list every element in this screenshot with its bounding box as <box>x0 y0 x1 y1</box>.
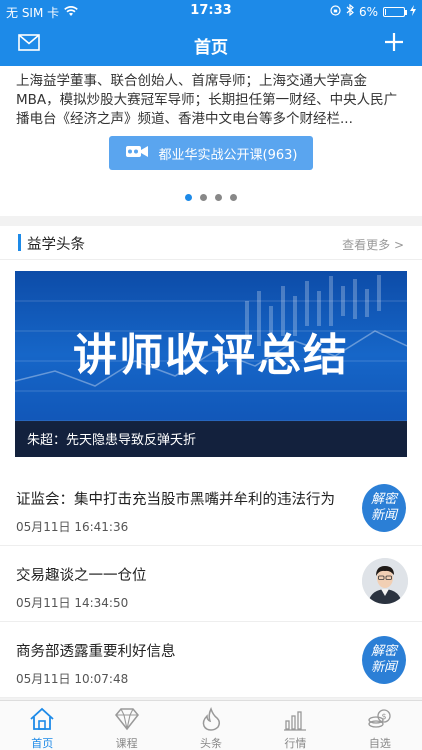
carousel-dots[interactable] <box>0 194 422 201</box>
news-headline: 证监会：集中打击充当股市黑嘴并牟利的违法行为 <box>16 492 335 508</box>
tab-label: 行情 <box>284 737 307 750</box>
badge-line1: 解密 <box>370 644 397 659</box>
teacher-bio: 上海益学董事、联合创始人、首席导师；上海交通大学高金MBA，模拟炒股大赛冠军导师… <box>16 73 398 127</box>
tab-bar: 首页 课程 头条 行情 $ 自选 <box>0 700 422 750</box>
battery-percent: 6% <box>358 4 378 19</box>
tab-headlines[interactable]: 头条 <box>169 701 253 750</box>
battery-fill <box>385 8 386 15</box>
flame-icon <box>200 707 222 735</box>
decrypt-news-badge: 解密 新闻 <box>362 484 406 532</box>
news-time: 05月11日 10:07:48 <box>16 672 129 686</box>
video-camera-icon <box>125 143 149 163</box>
status-right: 6% <box>330 3 416 19</box>
status-bar: 无 SIM 卡 17:33 6% <box>0 0 422 22</box>
badge-line2: 新闻 <box>370 508 397 523</box>
open-course-button[interactable]: 都业华实战公开课(963) <box>109 136 313 170</box>
home-icon <box>29 707 55 735</box>
page-title: 首页 <box>194 38 228 58</box>
news-headline: 交易趣谈之一一仓位 <box>16 568 147 584</box>
add-icon[interactable] <box>384 32 404 56</box>
nav-bar: 首页 <box>0 22 422 66</box>
author-avatar <box>362 558 408 604</box>
orientation-lock-icon <box>330 4 341 19</box>
carousel-dot[interactable] <box>200 194 207 201</box>
section-accent-bar <box>18 234 21 251</box>
tab-label: 首页 <box>31 737 54 750</box>
battery-icon <box>383 6 407 17</box>
section-title: 益学头条 <box>27 237 85 253</box>
view-more-link[interactable]: 查看更多 > <box>342 236 404 253</box>
bluetooth-icon <box>346 3 354 19</box>
tab-watchlist[interactable]: $ 自选 <box>338 701 422 750</box>
chevron-right-icon: > <box>393 238 404 252</box>
headline-banner[interactable]: 讲师收评总结 朱超：先天隐患导致反弹夭折 <box>15 271 407 457</box>
tab-courses[interactable]: 课程 <box>84 701 168 750</box>
charging-icon <box>410 4 416 19</box>
tab-label: 自选 <box>368 737 391 750</box>
news-item[interactable]: 商务部透露重要利好信息 05月11日 10:07:48 解密 新闻 <box>0 622 422 698</box>
banner-caption: 朱超：先天隐患导致反弹夭折 <box>27 433 197 448</box>
banner-title: 讲师收评总结 <box>73 330 349 381</box>
badge-line1: 解密 <box>370 492 397 507</box>
news-time: 05月11日 14:34:50 <box>16 596 129 610</box>
tab-label: 课程 <box>115 737 138 750</box>
diamond-icon <box>114 707 140 735</box>
decrypt-news-badge: 解密 新闻 <box>362 636 406 684</box>
news-item[interactable]: 交易趣谈之一一仓位 05月11日 14:34:50 <box>0 546 422 622</box>
svg-text:$: $ <box>381 712 386 721</box>
banner-container: 讲师收评总结 朱超：先天隐患导致反弹夭折 <box>0 260 422 470</box>
open-course-label: 都业华实战公开课(963) <box>158 147 298 163</box>
bar-chart-icon <box>283 707 307 735</box>
carousel-dot[interactable] <box>185 194 192 201</box>
view-more-label: 查看更多 <box>342 238 391 252</box>
tab-market[interactable]: 行情 <box>253 701 337 750</box>
teacher-carousel[interactable]: 上海益学董事、联合创始人、首席导师；上海交通大学高金MBA，模拟炒股大赛冠军导师… <box>0 66 422 216</box>
badge-line2: 新闻 <box>370 660 397 675</box>
news-headline: 商务部透露重要利好信息 <box>16 644 176 660</box>
headlines-header: 益学头条 查看更多 > <box>0 226 422 260</box>
news-time: 05月11日 16:41:36 <box>16 520 129 534</box>
tab-home[interactable]: 首页 <box>0 701 84 750</box>
news-item[interactable]: 证监会：集中打击充当股市黑嘴并牟利的违法行为 05月11日 16:41:36 解… <box>0 470 422 546</box>
coins-icon: $ <box>367 707 393 735</box>
carousel-dot[interactable] <box>230 194 237 201</box>
carousel-dot[interactable] <box>215 194 222 201</box>
tab-label: 头条 <box>200 737 223 750</box>
